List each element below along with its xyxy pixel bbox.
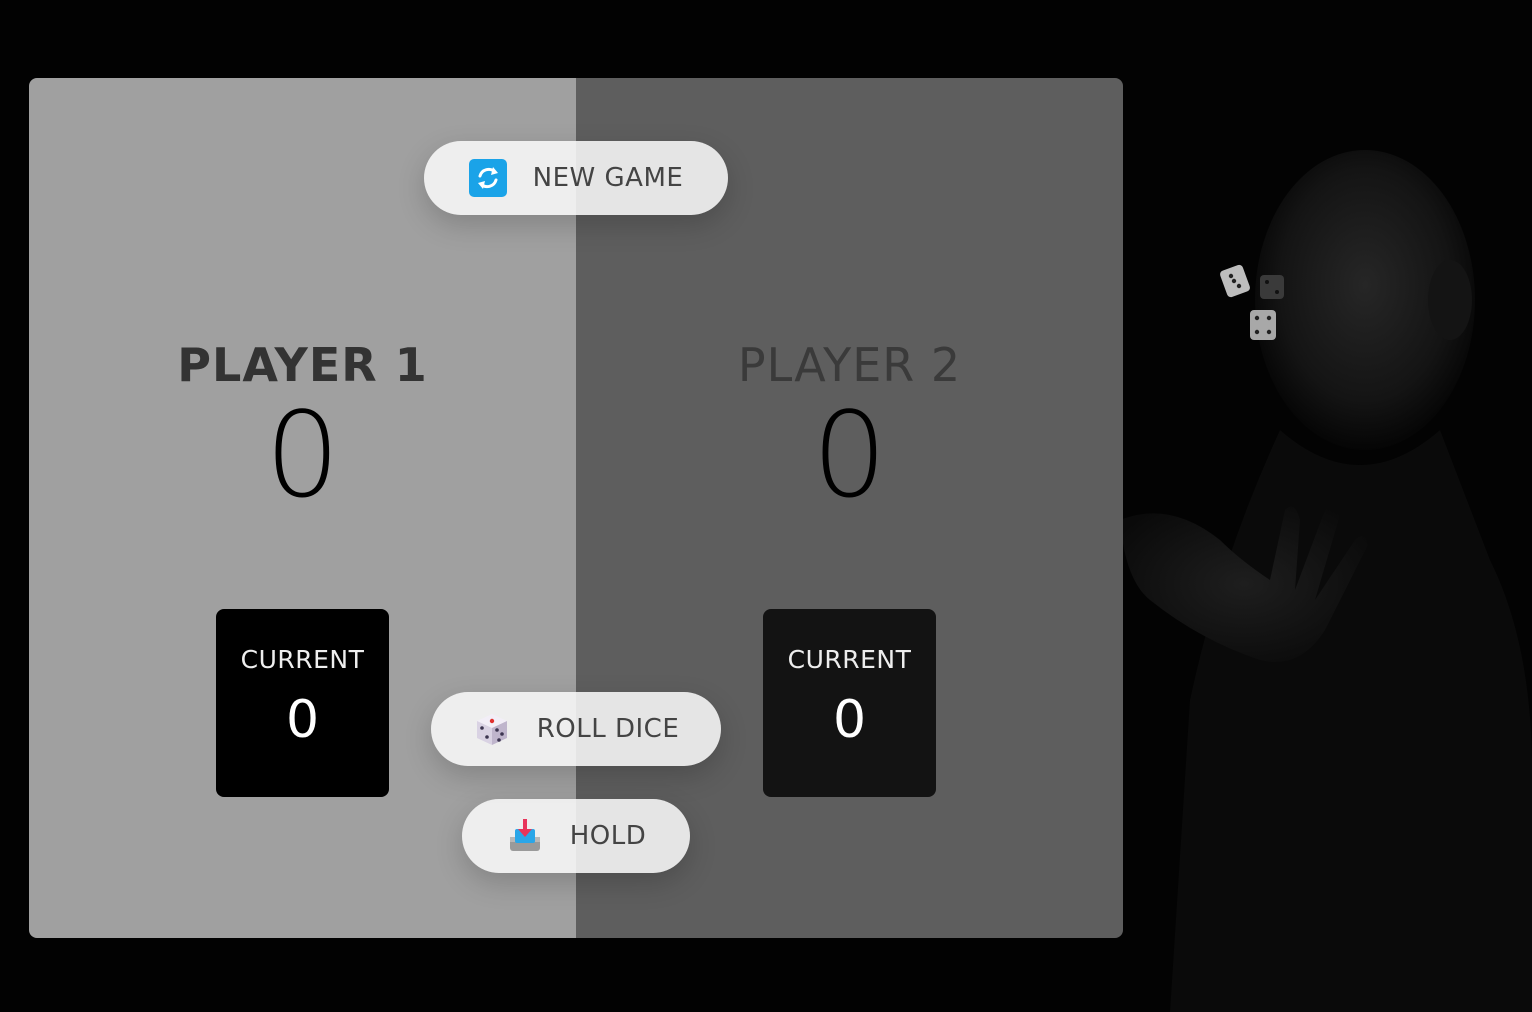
player-2-total-score: 0	[811, 386, 888, 524]
new-game-button[interactable]: NEW GAME	[424, 141, 728, 215]
player-2-current-label: CURRENT	[787, 645, 912, 674]
player-2-name: PLAYER 2	[737, 338, 962, 393]
dice-icon	[476, 714, 507, 745]
hold-label: HOLD	[569, 821, 647, 851]
player-1-total-score: 0	[264, 386, 341, 524]
roll-dice-button[interactable]: ROLL DICE	[431, 692, 721, 766]
player-1-name: PLAYER 1	[177, 338, 428, 393]
player-1-current-score: 0	[285, 690, 320, 750]
inbox-tray-icon	[509, 819, 540, 851]
player-2-current-score: 0	[832, 690, 867, 750]
player-1-current-label: CURRENT	[240, 645, 365, 674]
game-stage: PLAYER 1 0 CURRENT 0 PLAYER 2 0 CURRENT …	[0, 0, 1532, 1012]
new-game-label: NEW GAME	[532, 163, 684, 193]
roll-dice-label: ROLL DICE	[536, 714, 680, 744]
refresh-icon	[468, 159, 507, 197]
player-2-current-box: CURRENT 0	[763, 609, 936, 797]
background-photo	[1110, 0, 1532, 1012]
hold-button[interactable]: HOLD	[462, 799, 690, 873]
player-1-current-box: CURRENT 0	[216, 609, 389, 797]
